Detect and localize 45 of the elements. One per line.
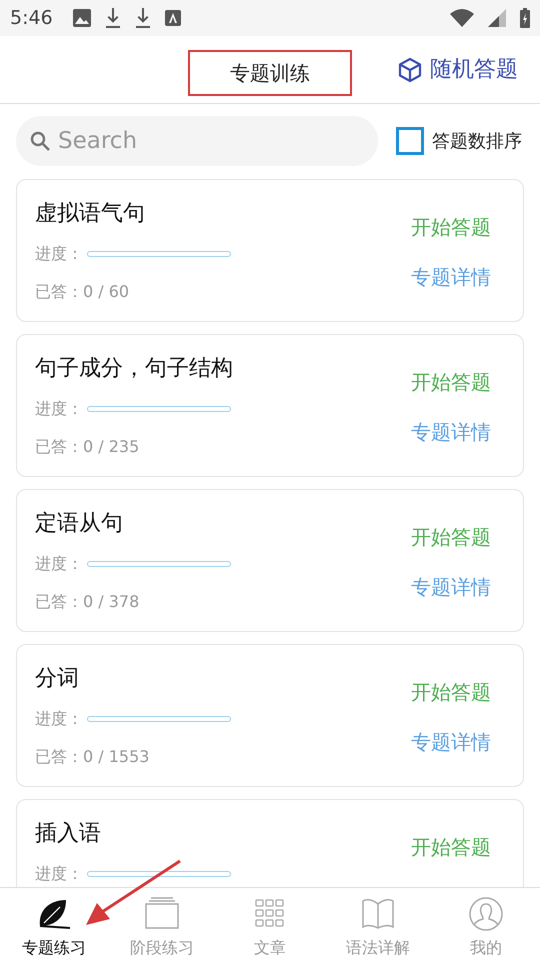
answered-count: 已答：0 / 235 (35, 436, 140, 458)
stacked-folder-icon (144, 896, 180, 932)
nav-tab[interactable]: 阶段练习 (108, 888, 216, 960)
nav-tab[interactable]: 专题练习 (0, 888, 108, 960)
topic-details-link[interactable]: 专题详情 (411, 572, 491, 602)
start-quiz-link[interactable]: 开始答题 (411, 677, 491, 707)
topic-details-link[interactable]: 专题详情 (411, 262, 491, 292)
nav-tab[interactable]: 我的 (432, 888, 540, 960)
topic-title: 分词 (35, 665, 80, 693)
download-icon (104, 8, 121, 28)
start-quiz-link[interactable]: 开始答题 (411, 212, 491, 242)
topic-title: 插入语 (35, 820, 102, 848)
page-title: 专题训练 (188, 50, 352, 96)
progress-label: 进度： (35, 243, 83, 265)
nav-tab[interactable]: 语法详解 (324, 888, 432, 960)
answered-count: 已答：0 / 378 (35, 591, 140, 613)
image-icon (72, 9, 91, 27)
topic-title: 虚拟语气句 (35, 200, 146, 228)
start-quiz-link[interactable]: 开始答题 (411, 522, 491, 552)
topic-title: 定语从句 (35, 510, 124, 538)
start-quiz-link[interactable]: 开始答题 (411, 832, 491, 862)
signal-icon (488, 9, 506, 27)
progress-label: 进度： (35, 398, 83, 420)
progress-label: 进度： (35, 708, 83, 730)
checkbox-label: 答题数排序 (432, 130, 522, 154)
person-icon (468, 896, 504, 932)
notification-icon (164, 10, 181, 26)
topic-details-link[interactable]: 专题详情 (411, 417, 491, 447)
nav-tab[interactable]: 文章 (216, 888, 324, 960)
start-quiz-link[interactable]: 开始答题 (411, 367, 491, 397)
search-icon (30, 131, 50, 151)
clock-text: 5:46 (10, 6, 53, 31)
sort-checkbox[interactable] (396, 127, 424, 155)
answered-count: 已答：0 / 1553 (35, 746, 150, 768)
download-icon (134, 8, 151, 28)
progress-label: 进度： (35, 553, 83, 575)
progress-label: 进度： (35, 863, 83, 885)
search-field[interactable]: Search (16, 116, 378, 166)
topic-title: 句子成分，句子结构 (35, 355, 234, 383)
battery-icon (520, 8, 530, 28)
random-quiz-button[interactable]: 随机答题 (398, 53, 518, 86)
wifi-icon (450, 9, 474, 27)
cube-icon (398, 56, 422, 82)
topic-details-link[interactable]: 专题详情 (411, 727, 491, 757)
answered-count: 已答：0 / 60 (35, 281, 130, 303)
